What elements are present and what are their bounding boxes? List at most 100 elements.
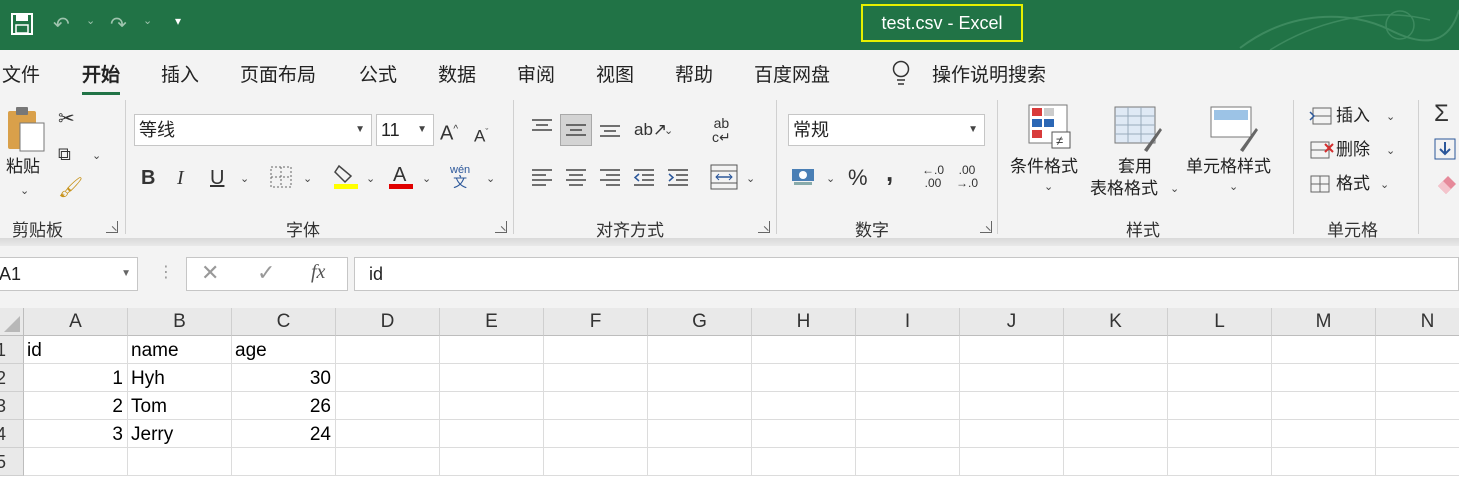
- align-left-icon[interactable]: [530, 166, 554, 190]
- cell[interactable]: [544, 336, 648, 364]
- column-header[interactable]: C: [232, 308, 336, 336]
- cell[interactable]: [648, 420, 752, 448]
- conditional-formatting-label[interactable]: 条件格式: [1010, 156, 1078, 178]
- cell[interactable]: [440, 448, 544, 476]
- border-dropdown-icon[interactable]: ⌄: [303, 172, 312, 185]
- number-format-select[interactable]: 常规 ▼: [788, 114, 985, 146]
- name-box[interactable]: A1 ▼: [0, 257, 138, 291]
- column-header[interactable]: J: [960, 308, 1064, 336]
- number-launcher-icon[interactable]: [980, 221, 992, 233]
- cell[interactable]: [1168, 336, 1272, 364]
- insert-cells-icon[interactable]: [1309, 106, 1333, 126]
- font-launcher-icon[interactable]: [495, 221, 507, 233]
- cell[interactable]: [336, 336, 440, 364]
- cell[interactable]: [960, 392, 1064, 420]
- font-color-dropdown-icon[interactable]: ⌄: [422, 172, 431, 185]
- comma-style-button[interactable]: ,: [886, 159, 893, 185]
- cell[interactable]: [336, 364, 440, 392]
- cut-icon[interactable]: ✂: [58, 107, 75, 131]
- delete-cells-icon[interactable]: [1309, 140, 1335, 160]
- cell[interactable]: 26: [232, 392, 336, 420]
- conditional-formatting-icon[interactable]: ≠: [1028, 104, 1072, 150]
- increase-decimal-button[interactable]: ←.0 .00: [922, 164, 944, 190]
- cell[interactable]: [1376, 448, 1459, 476]
- cell[interactable]: [1064, 336, 1168, 364]
- font-name-select[interactable]: 等线 ▼: [134, 114, 372, 146]
- increase-indent-icon[interactable]: [666, 166, 690, 190]
- increase-font-icon[interactable]: A^: [440, 118, 458, 146]
- paste-icon[interactable]: [6, 105, 46, 153]
- alignment-launcher-icon[interactable]: [758, 221, 770, 233]
- format-as-table-icon[interactable]: [1114, 106, 1162, 152]
- cell[interactable]: [1376, 364, 1459, 392]
- row-header[interactable]: 1: [0, 336, 24, 364]
- align-center-icon[interactable]: [564, 166, 588, 190]
- formula-input[interactable]: id: [354, 257, 1459, 291]
- merge-dropdown-icon[interactable]: ⌄: [746, 172, 755, 185]
- column-header[interactable]: N: [1376, 308, 1459, 336]
- tab-page-layout[interactable]: 页面布局: [240, 60, 316, 87]
- tab-insert[interactable]: 插入: [161, 60, 199, 87]
- fill-down-icon[interactable]: [1434, 138, 1456, 160]
- tab-file[interactable]: 文件: [2, 60, 40, 87]
- row-header[interactable]: 2: [0, 364, 24, 392]
- paste-dropdown-icon[interactable]: ⌄: [20, 184, 29, 197]
- cell[interactable]: [232, 448, 336, 476]
- cell[interactable]: [1064, 364, 1168, 392]
- paste-label[interactable]: 粘贴: [6, 156, 40, 178]
- cell[interactable]: [1272, 392, 1376, 420]
- cell[interactable]: [440, 420, 544, 448]
- cell[interactable]: [1168, 364, 1272, 392]
- cell[interactable]: [128, 448, 232, 476]
- undo-icon[interactable]: ↶: [53, 12, 70, 37]
- row-header[interactable]: 3: [0, 392, 24, 420]
- format-table-label-2[interactable]: 表格格式: [1090, 178, 1158, 200]
- underline-button[interactable]: U: [210, 166, 224, 190]
- cell[interactable]: [648, 392, 752, 420]
- cell[interactable]: [752, 448, 856, 476]
- delete-dropdown-icon[interactable]: ⌄: [1386, 144, 1395, 157]
- cancel-icon[interactable]: ✕: [201, 260, 219, 286]
- clear-icon[interactable]: [1434, 172, 1459, 194]
- format-table-dropdown-icon[interactable]: ⌄: [1170, 182, 1179, 195]
- column-header[interactable]: F: [544, 308, 648, 336]
- cell[interactable]: [1064, 448, 1168, 476]
- cell[interactable]: [544, 420, 648, 448]
- column-header[interactable]: A: [24, 308, 128, 336]
- column-header[interactable]: D: [336, 308, 440, 336]
- copy-dropdown-icon[interactable]: ⌄: [92, 149, 101, 162]
- column-header[interactable]: G: [648, 308, 752, 336]
- tab-help[interactable]: 帮助: [675, 60, 713, 87]
- clipboard-launcher-icon[interactable]: [106, 221, 118, 233]
- merge-center-icon[interactable]: [710, 164, 738, 190]
- cell[interactable]: [1376, 420, 1459, 448]
- decrease-font-icon[interactable]: Aˇ: [474, 120, 488, 149]
- cell[interactable]: [856, 448, 960, 476]
- cell[interactable]: [1168, 448, 1272, 476]
- cell[interactable]: [336, 420, 440, 448]
- font-size-select[interactable]: 11 ▼: [376, 114, 434, 146]
- phonetic-dropdown-icon[interactable]: ⌄: [486, 172, 495, 185]
- cell[interactable]: [960, 364, 1064, 392]
- cell[interactable]: [648, 448, 752, 476]
- column-header[interactable]: H: [752, 308, 856, 336]
- underline-dropdown-icon[interactable]: ⌄: [240, 172, 249, 185]
- cell[interactable]: 2: [24, 392, 128, 420]
- cell[interactable]: [440, 364, 544, 392]
- orientation-icon[interactable]: ab↗: [634, 118, 667, 142]
- cell[interactable]: [336, 448, 440, 476]
- column-header[interactable]: E: [440, 308, 544, 336]
- cell[interactable]: 3: [24, 420, 128, 448]
- decrease-indent-icon[interactable]: [632, 166, 656, 190]
- cell[interactable]: [1272, 336, 1376, 364]
- cell[interactable]: [1168, 420, 1272, 448]
- undo-dropdown-icon[interactable]: ⌄: [86, 14, 95, 27]
- top-align-icon[interactable]: [530, 116, 554, 140]
- save-icon[interactable]: [11, 13, 33, 35]
- cell[interactable]: [440, 392, 544, 420]
- cell[interactable]: Tom: [128, 392, 232, 420]
- cell[interactable]: Hyh: [128, 364, 232, 392]
- format-cells-icon[interactable]: [1309, 174, 1333, 194]
- enter-icon[interactable]: ✓: [257, 260, 275, 286]
- middle-align-button[interactable]: [560, 114, 592, 146]
